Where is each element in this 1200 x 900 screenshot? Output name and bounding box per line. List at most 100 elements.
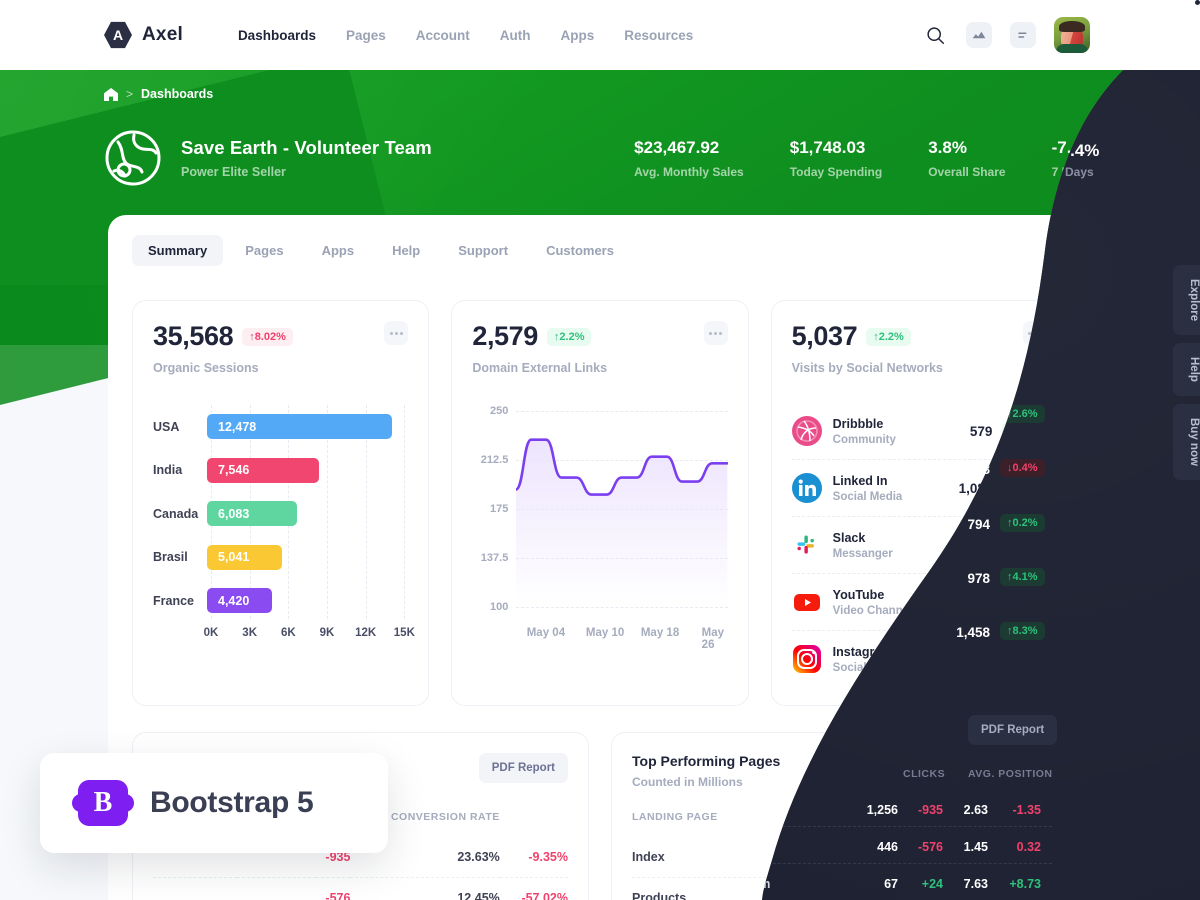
kpi-row: 35,568 ↑8.02%	[153, 321, 293, 352]
area-chart: 100 137.5 175 212.5 250 May 04 May 10 May 18 Ma…	[472, 411, 727, 649]
nav-pages[interactable]: Pages	[346, 28, 386, 43]
dribbble-icon	[792, 416, 822, 446]
search-icon[interactable]	[922, 22, 948, 48]
yaxis-tick: 137.5	[480, 552, 509, 564]
xaxis-tick: 0K	[203, 627, 219, 639]
xaxis-tick: 15K	[393, 627, 415, 639]
cell-conversion-delta: -9.35%	[528, 850, 568, 864]
bar-chart-row: France 4,420	[153, 579, 408, 623]
bar-label: Brasil	[153, 550, 188, 565]
linkedin-icon	[792, 473, 822, 503]
brand-name: Axel	[142, 24, 183, 45]
bar-label: USA	[153, 419, 180, 434]
side-tab-help[interactable]: Help	[1173, 343, 1200, 397]
social-name: YouTube	[832, 587, 885, 602]
hero-titles: Save Earth - Volunteer Team Power Elite …	[181, 137, 432, 179]
kpi-delta-value: 8.02%	[254, 330, 286, 343]
nav-account[interactable]: Account	[416, 28, 470, 43]
hero-stat: $23,467.92 Avg. Monthly Sales	[634, 138, 744, 179]
main-navigation: Dashboards Pages Account Auth Apps Resou…	[238, 28, 693, 43]
cell-referral	[153, 878, 237, 900]
area-chart-plot	[516, 411, 727, 607]
page-title: Save Earth - Volunteer Team	[181, 137, 432, 158]
yaxis-tick: 250	[489, 405, 509, 417]
xaxis-tick: May 18	[640, 627, 680, 639]
kpi-label: Domain External Links	[472, 361, 608, 375]
instagram-icon	[792, 644, 822, 674]
yaxis-tick: 100	[489, 601, 509, 613]
notifications-icon[interactable]	[1010, 0, 1200, 48]
card-kpi: 5,037 ↑2.2% Visits by Social Networks	[792, 321, 943, 375]
nav-apps[interactable]: Apps	[561, 28, 595, 43]
side-tab-buy-now[interactable]: Buy now	[1173, 404, 1200, 481]
social-category: Messanger	[832, 547, 893, 560]
nav-resources[interactable]: Resources	[624, 28, 693, 43]
side-tab-explore[interactable]: Explore	[1173, 265, 1200, 336]
top-header: A Axel Dashboards Pages Account Auth App…	[0, 0, 1200, 70]
gridline	[516, 607, 727, 608]
kpi-value: 2,579	[472, 321, 538, 351]
card-domain-external-links: 2,579 ↑2.2% Domain External Links 100 137…	[451, 300, 748, 706]
cell-conversion-delta: -57.02%	[500, 878, 568, 900]
breadcrumb: > Dashboards	[104, 70, 1200, 101]
xaxis-tick: May 10	[585, 627, 625, 639]
table-subtitle: Counted in Millions	[632, 775, 743, 789]
area-chart-yaxis: 100 137.5 175 212.5 250	[472, 411, 508, 607]
social-name: Slack	[832, 530, 866, 545]
kpi-delta-badge: ↑2.2%	[866, 328, 911, 346]
area-chart-xaxis: May 04 May 10 May 18 May 26	[516, 627, 727, 643]
home-icon[interactable]	[104, 88, 118, 101]
tab-apps[interactable]: Apps	[306, 235, 371, 266]
more-options-icon[interactable]	[704, 321, 728, 345]
pdf-report-button[interactable]: PDF Report	[479, 753, 568, 783]
brand-logo[interactable]: A Axel	[104, 21, 183, 49]
kpi-delta-value: 2.2%	[878, 330, 904, 343]
bar-chart-xaxis: 0K 3K 6K 9K 12K 15K	[211, 627, 404, 647]
social-value: 579	[969, 423, 993, 439]
bootstrap-icon: B	[72, 780, 134, 826]
brand-mark-icon: A	[104, 21, 132, 49]
xaxis-tick: 3K	[242, 627, 258, 639]
hero-stat: 3.8% Overall Share	[928, 138, 1005, 179]
avatar[interactable]	[1054, 17, 1090, 53]
stat-value: $23,467.92	[634, 137, 720, 157]
kpi-row: 2,579 ↑2.2%	[472, 321, 607, 352]
kpi-value: 35,568	[153, 321, 234, 351]
bootstrap-promo-card[interactable]: B Bootstrap 5	[40, 753, 388, 853]
bar[interactable]: 6,083	[207, 501, 297, 526]
social-name: Dribbble	[832, 416, 884, 431]
tab-summary[interactable]: Summary	[132, 235, 223, 266]
stat-label: Avg. Monthly Sales	[634, 164, 744, 179]
hero-body: Save Earth - Volunteer Team Power Elite …	[104, 129, 1200, 187]
kpi-value: 5,037	[791, 321, 858, 351]
card-organic-sessions: 35,568 ↑8.02% Organic Sessions USA 12,478…	[132, 300, 429, 706]
area-chart-svg	[516, 411, 727, 607]
bar[interactable]: 5,041	[207, 545, 282, 570]
hero-stat: $1,748.03 Today Spending	[790, 138, 882, 179]
activity-icon[interactable]	[966, 22, 992, 48]
table-row[interactable]: -576 12.45% -57.02%	[153, 878, 568, 900]
slack-icon	[792, 530, 822, 560]
app-root: > Dashboards Save Earth - Volunteer Team…	[0, 0, 1200, 900]
bar[interactable]: 4,420	[207, 588, 272, 613]
more-options-icon[interactable]	[384, 321, 408, 345]
card-kpi: 2,579 ↑2.2% Domain External Links	[472, 321, 607, 375]
bar[interactable]: 12,478	[207, 414, 392, 439]
tab-support[interactable]: Support	[442, 235, 524, 266]
bar[interactable]: 7,546	[207, 458, 319, 483]
bar-chart-row: Canada 6,083	[153, 492, 408, 536]
header-actions	[922, 0, 1200, 53]
bar-chart-bars: USA 12,478 India 7,546 Canada 6,083 Brasil 5,04…	[153, 405, 408, 623]
tab-pages[interactable]: Pages	[229, 235, 299, 266]
tab-customers[interactable]: Customers	[530, 235, 630, 266]
nav-auth[interactable]: Auth	[500, 28, 531, 43]
bar-chart-row: USA 12,478	[153, 405, 408, 449]
nav-dashboards[interactable]: Dashboards	[238, 28, 316, 43]
hero-stats: $23,467.92 Avg. Monthly Sales $1,748.03 …	[634, 138, 1096, 179]
stat-value: $1,748.03	[789, 137, 866, 157]
breadcrumb-current[interactable]: Dashboards	[141, 87, 213, 101]
bar-chart: USA 12,478 India 7,546 Canada 6,083 Brasil 5,04…	[153, 405, 408, 647]
breadcrumb-separator: >	[126, 87, 134, 101]
tab-help[interactable]: Help	[376, 235, 436, 266]
bar-label: France	[153, 593, 194, 608]
